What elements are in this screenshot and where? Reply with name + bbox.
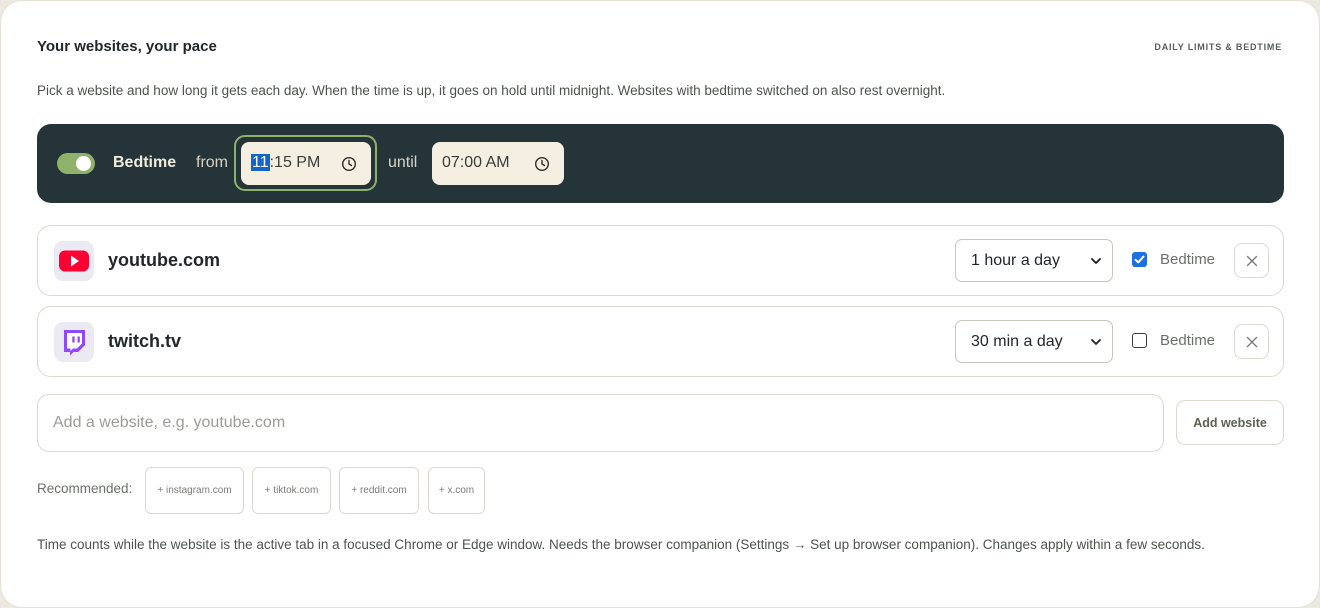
bedtime-toggle[interactable] [57, 153, 95, 174]
chevron-down-icon [1091, 339, 1101, 345]
bedtime-checkbox-label[interactable]: Bedtime [1160, 332, 1215, 349]
youtube-icon [54, 241, 94, 281]
recommended-chip-tiktok[interactable]: + tiktok.com [252, 467, 331, 514]
time-rest: :15 PM [269, 154, 321, 171]
until-time-value: 07:00 AM [442, 154, 510, 171]
daily-limit-select[interactable]: 1 hour a day [955, 239, 1113, 282]
bedtime-from-time-input[interactable]: 11:15 PM [241, 142, 371, 185]
site-name: youtube.com [108, 250, 221, 270]
daily-limit-value: 30 min a day [971, 333, 1063, 350]
check-icon [1134, 255, 1145, 264]
bedtime-checkbox[interactable] [1132, 252, 1147, 267]
add-website-input[interactable] [37, 394, 1164, 452]
recommended-label: Recommended: [37, 481, 133, 496]
bedtime-bar: Bedtime from 11:15 PM until 07:00 AM [37, 124, 1284, 203]
bedtime-checkbox[interactable] [1132, 333, 1147, 348]
twitch-icon [54, 322, 94, 362]
recommended-chip-reddit[interactable]: + reddit.com [339, 467, 419, 514]
footer-note: Time counts while the website is the act… [37, 537, 1205, 552]
bedtime-checkbox-label[interactable]: Bedtime [1160, 251, 1215, 268]
site-row: youtube.com 1 hour a day Bedtime [37, 225, 1284, 296]
until-label: until [388, 154, 418, 171]
close-icon [1246, 336, 1258, 348]
daily-limit-value: 1 hour a day [971, 252, 1060, 269]
site-name: twitch.tv [108, 331, 182, 351]
recommended-chip-instagram[interactable]: + instagram.com [145, 467, 244, 514]
bedtime-label: Bedtime [113, 154, 177, 171]
bedtime-until-time-input[interactable]: 07:00 AM [432, 142, 564, 185]
section-tag: DAILY LIMITS & BEDTIME [1154, 42, 1282, 52]
page-title: Your websites, your pace [37, 38, 217, 55]
add-website-button[interactable]: Add website [1176, 400, 1284, 445]
daily-limits-card: Your websites, your pace DAILY LIMITS & … [0, 0, 1320, 608]
site-row: twitch.tv 30 min a day Bedtime [37, 306, 1284, 377]
remove-site-button[interactable] [1234, 243, 1269, 278]
remove-site-button[interactable] [1234, 324, 1269, 359]
hour-segment-selected[interactable]: 11 [251, 154, 270, 171]
intro-text: Pick a website and how long it gets each… [37, 83, 946, 98]
chevron-down-icon [1091, 258, 1101, 264]
from-label: from [196, 154, 228, 171]
toggle-knob [76, 156, 91, 171]
clock-icon[interactable] [534, 156, 550, 172]
daily-limit-select[interactable]: 30 min a day [955, 320, 1113, 363]
recommended-chip-x[interactable]: + x.com [428, 467, 485, 514]
close-icon [1246, 255, 1258, 267]
clock-icon[interactable] [341, 156, 357, 172]
